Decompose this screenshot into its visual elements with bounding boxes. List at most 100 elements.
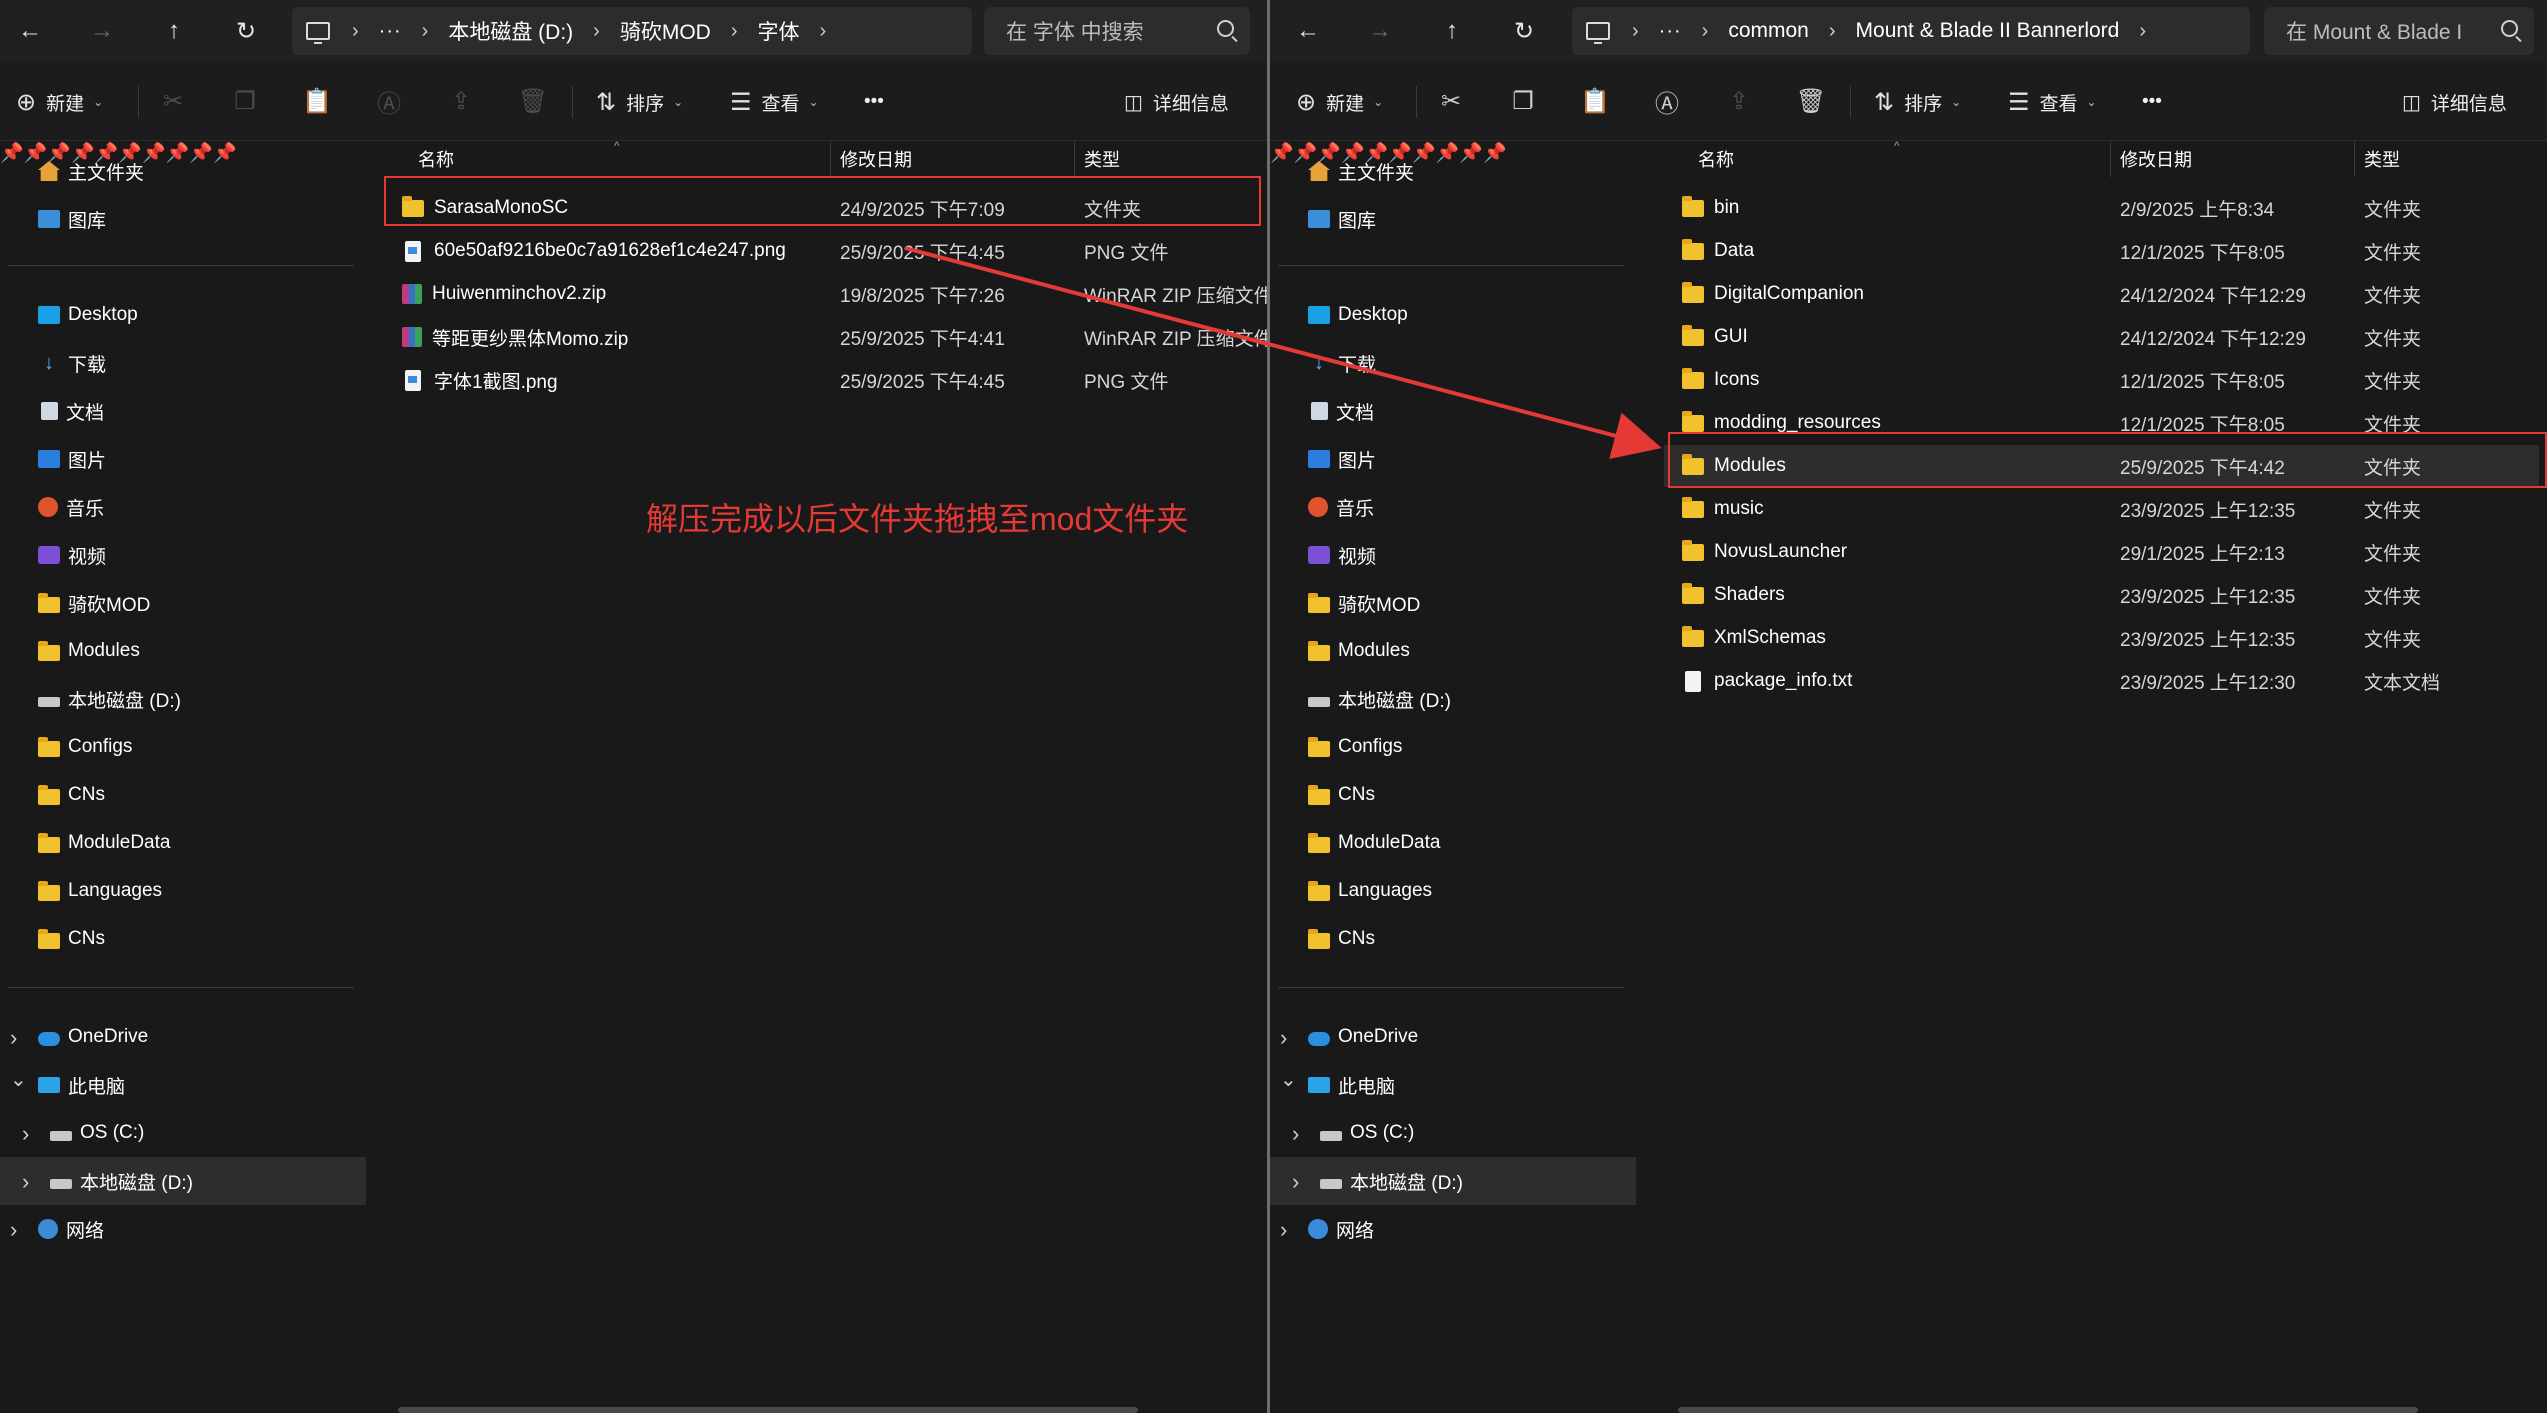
- more-options-button[interactable]: •••: [864, 82, 884, 122]
- view-button[interactable]: ☰ 查看 ⌄: [2008, 82, 2097, 122]
- breadcrumb-item[interactable]: 骑砍MOD: [620, 16, 711, 46]
- chevron-right-icon[interactable]: ›: [1292, 1121, 1299, 1147]
- breadcrumb-item[interactable]: 本地磁盘 (D:): [448, 16, 573, 46]
- sidebar-item[interactable]: 图库: [38, 199, 106, 239]
- file-row[interactable]: XmlSchemas 23/9/2025 上午12:35 文件夹: [1652, 617, 2547, 659]
- sidebar-item[interactable]: 主文件夹: [38, 151, 144, 191]
- rename-icon[interactable]: Ⓐ: [372, 84, 406, 118]
- paste-icon[interactable]: 📋: [1578, 84, 1612, 118]
- up-arrow-icon[interactable]: ↑: [1434, 13, 1470, 49]
- breadcrumb-item[interactable]: common: [1728, 19, 1809, 43]
- new-button[interactable]: ⊕ 新建 ⌄: [1296, 82, 1383, 122]
- sidebar-item[interactable]: Languages: [38, 871, 162, 911]
- pin-icon[interactable]: 📌: [0, 143, 24, 164]
- sidebar-item[interactable]: Configs: [38, 727, 132, 767]
- chevron-down-icon[interactable]: ⌄: [1280, 1067, 1297, 1092]
- sidebar-item[interactable]: 文档: [38, 391, 104, 431]
- search-input[interactable]: 在 字体 中搜索: [984, 7, 1250, 55]
- pin-icon[interactable]: 📌: [1483, 143, 1507, 164]
- sidebar-item[interactable]: 图库: [1308, 199, 1376, 239]
- pin-icon[interactable]: 📌: [1412, 143, 1436, 164]
- column-header-name[interactable]: 名称: [418, 141, 454, 177]
- sidebar-tree-item[interactable]: 此电脑: [38, 1065, 125, 1105]
- sidebar-tree-item[interactable]: OneDrive: [38, 1017, 148, 1057]
- delete-icon[interactable]: 🗑: [516, 84, 550, 118]
- address-bar[interactable]: › ··· › 本地磁盘 (D:) › 骑砍MOD › 字体 ›: [292, 7, 972, 55]
- sidebar-item[interactable]: CNs: [1308, 775, 1375, 815]
- sidebar-item[interactable]: 图片: [1308, 439, 1376, 479]
- sidebar-item[interactable]: 本地磁盘 (D:): [1308, 679, 1451, 719]
- sidebar-tree-item[interactable]: 本地磁盘 (D:): [1320, 1161, 1463, 1201]
- horizontal-scrollbar[interactable]: [1678, 1407, 2418, 1413]
- share-icon[interactable]: ⇪: [444, 84, 478, 118]
- more-locations-icon[interactable]: ···: [379, 20, 402, 43]
- sidebar-item[interactable]: 骑砍MOD: [38, 583, 150, 623]
- pin-icon[interactable]: 📌: [189, 143, 213, 164]
- chevron-right-icon[interactable]: ›: [1280, 1217, 1287, 1243]
- chevron-right-icon[interactable]: ›: [1280, 1025, 1287, 1051]
- column-header-type[interactable]: 类型: [2364, 141, 2400, 177]
- file-row[interactable]: Modules 25/9/2025 下午4:42 文件夹: [1664, 445, 2539, 487]
- cut-icon[interactable]: ✂: [1434, 84, 1468, 118]
- sidebar-item[interactable]: CNs: [1308, 919, 1375, 959]
- file-row[interactable]: bin 2/9/2025 上午8:34 文件夹: [1652, 187, 2547, 229]
- file-row[interactable]: DigitalCompanion 24/12/2024 下午12:29 文件夹: [1652, 273, 2547, 315]
- chevron-right-icon[interactable]: ›: [10, 1025, 17, 1051]
- sidebar-item[interactable]: 图片: [38, 439, 106, 479]
- address-bar[interactable]: › ··· › common › Mount & Blade II Banner…: [1572, 7, 2250, 55]
- file-row[interactable]: 等距更纱黑体Momo.zip 25/9/2025 下午4:41 WinRAR ZIP…: [372, 316, 1267, 358]
- sidebar-tree-item[interactable]: OS (C:): [1320, 1113, 1414, 1153]
- pin-icon[interactable]: 📌: [1436, 143, 1460, 164]
- sidebar-item[interactable]: CNs: [38, 775, 105, 815]
- file-row[interactable]: modding_resources 12/1/2025 下午8:05 文件夹: [1652, 402, 2547, 444]
- breadcrumb-item[interactable]: Mount & Blade II Bannerlord: [1856, 19, 2120, 43]
- chevron-down-icon[interactable]: ⌄: [10, 1067, 27, 1092]
- file-row[interactable]: music 23/9/2025 上午12:35 文件夹: [1652, 488, 2547, 530]
- file-row[interactable]: 字体1截图.png 25/9/2025 下午4:45 PNG 文件: [372, 359, 1267, 401]
- sidebar-item[interactable]: 视频: [1308, 535, 1376, 575]
- up-arrow-icon[interactable]: ↑: [156, 13, 192, 49]
- chevron-right-icon[interactable]: ›: [22, 1169, 29, 1195]
- back-arrow-icon[interactable]: ←: [12, 13, 48, 49]
- sidebar-tree-item[interactable]: 此电脑: [1308, 1065, 1395, 1105]
- sidebar-item[interactable]: Desktop: [1308, 295, 1408, 335]
- column-header-name[interactable]: 名称: [1698, 141, 1734, 177]
- sidebar-item[interactable]: Modules: [1308, 631, 1410, 671]
- share-icon[interactable]: ⇪: [1722, 84, 1756, 118]
- pin-icon[interactable]: 📌: [166, 143, 190, 164]
- file-row[interactable]: NovusLauncher 29/1/2025 上午2:13 文件夹: [1652, 531, 2547, 573]
- sidebar-item[interactable]: Languages: [1308, 871, 1432, 911]
- sidebar-item[interactable]: ModuleData: [38, 823, 170, 863]
- delete-icon[interactable]: 🗑: [1794, 84, 1828, 118]
- file-row[interactable]: Huiwenminchov2.zip 19/8/2025 下午7:26 WinRAR…: [372, 273, 1267, 315]
- sidebar-tree-item[interactable]: 网络: [1308, 1209, 1374, 1249]
- sidebar-item[interactable]: 本地磁盘 (D:): [38, 679, 181, 719]
- sidebar-item[interactable]: Modules: [38, 631, 140, 671]
- cut-icon[interactable]: ✂: [156, 84, 190, 118]
- back-arrow-icon[interactable]: ←: [1290, 13, 1326, 49]
- sidebar-tree-item[interactable]: OS (C:): [50, 1113, 144, 1153]
- details-pane-button[interactable]: ◫ 详细信息: [2402, 82, 2507, 122]
- sort-button[interactable]: ⇅ 排序 ⌄: [596, 82, 683, 122]
- pin-icon[interactable]: 📌: [213, 143, 237, 164]
- sidebar-item[interactable]: 主文件夹: [1308, 151, 1414, 191]
- sidebar-item[interactable]: 音乐: [1308, 487, 1374, 527]
- sidebar-item[interactable]: CNs: [38, 919, 105, 959]
- file-row[interactable]: 60e50af9216be0c7a91628ef1c4e247.png 25/9/…: [372, 230, 1267, 272]
- refresh-icon[interactable]: ↻: [228, 13, 264, 49]
- pin-icon[interactable]: 📌: [142, 143, 166, 164]
- sort-button[interactable]: ⇅ 排序 ⌄: [1874, 82, 1961, 122]
- search-input[interactable]: 在 Mount & Blade I: [2264, 7, 2534, 55]
- sidebar-item[interactable]: ↓ 下载: [1308, 343, 1376, 383]
- copy-icon[interactable]: ❐: [1506, 84, 1540, 118]
- pin-icon[interactable]: 📌: [1270, 143, 1294, 164]
- horizontal-scrollbar[interactable]: [398, 1407, 1138, 1413]
- file-row[interactable]: SarasaMonoSC 24/9/2025 下午7:09 文件夹: [372, 187, 1267, 229]
- sidebar-tree-item[interactable]: 网络: [38, 1209, 104, 1249]
- sidebar-item[interactable]: ModuleData: [1308, 823, 1440, 863]
- breadcrumb-item[interactable]: 字体: [758, 16, 800, 46]
- sidebar-item[interactable]: 视频: [38, 535, 106, 575]
- chevron-right-icon[interactable]: ›: [22, 1121, 29, 1147]
- sidebar-item[interactable]: 文档: [1308, 391, 1374, 431]
- sidebar-item[interactable]: 骑砍MOD: [1308, 583, 1420, 623]
